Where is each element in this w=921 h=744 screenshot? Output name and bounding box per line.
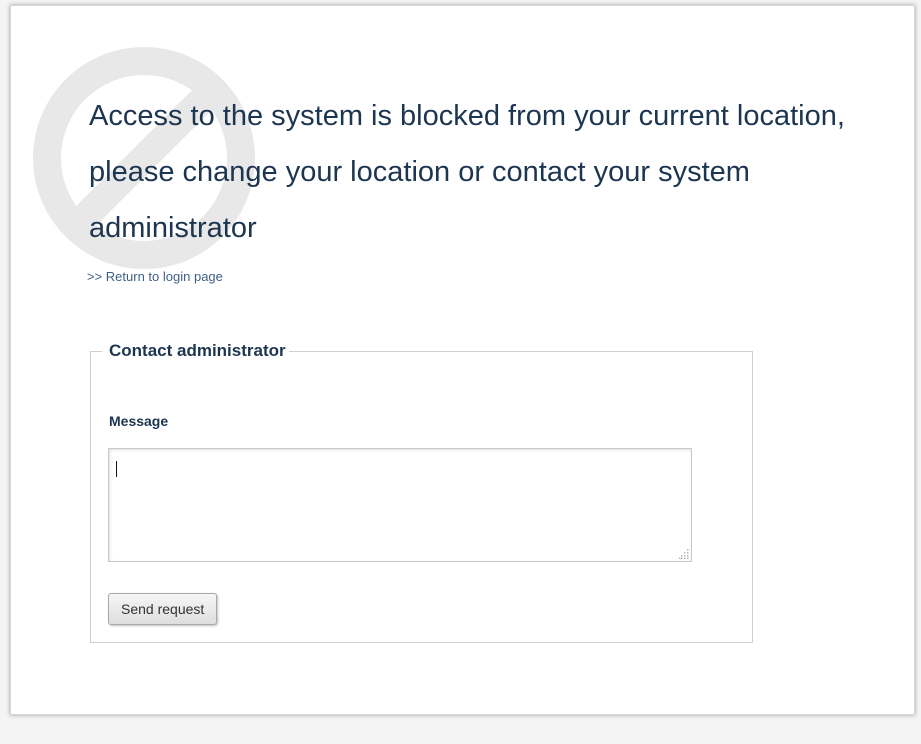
contact-administrator-form: Contact administrator Message Send reque… [90,341,753,643]
page-title: Access to the system is blocked from you… [89,100,845,244]
text-cursor [116,461,117,477]
message-label: Message [109,413,169,429]
blocked-access-panel: Access to the system is blocked from you… [10,5,915,715]
contact-administrator-legend: Contact administrator [109,341,286,360]
resize-grip-icon[interactable] [679,549,689,559]
message-textarea[interactable] [108,448,692,562]
send-request-button[interactable]: Send request [108,593,218,625]
return-to-login-link[interactable]: >> Return to login page [87,269,223,284]
